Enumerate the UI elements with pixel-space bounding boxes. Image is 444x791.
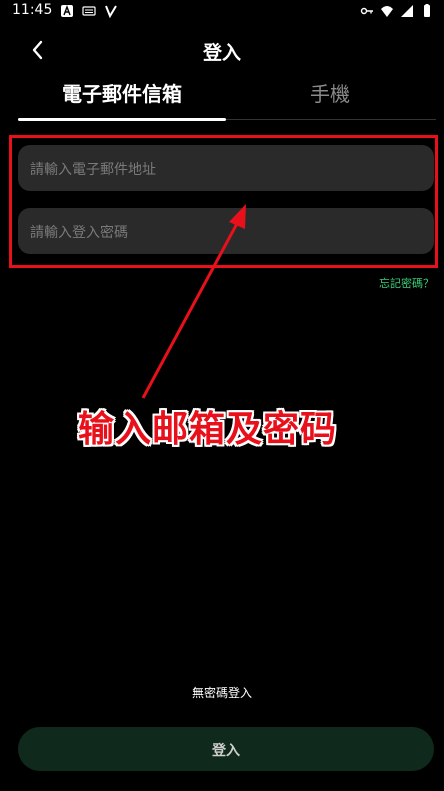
login-button-label: 登入 [212,743,240,759]
status-left-icons [60,4,118,18]
page-title: 登入 [202,42,241,64]
wifi-icon [381,6,393,17]
v-icon [105,5,117,18]
annotation-highlight-box [9,135,438,268]
login-tabs: 電子郵件信箱 手機 [0,72,444,122]
annotation-text: 输入邮箱及密码 [78,409,338,450]
header: 登入 [0,28,444,72]
passwordless-login-link[interactable]: 無密碼登入 [0,684,444,701]
tab-divider [226,119,436,120]
status-right-icons [360,4,434,18]
status-bar: 11:45 [0,0,444,24]
key-icon [360,7,373,15]
status-time: 11:45 [12,2,53,18]
tab-phone[interactable]: 手機 [232,78,428,107]
signal-icon [401,5,413,17]
tab-email[interactable]: 電子郵件信箱 [0,78,244,107]
active-tab-indicator [18,118,226,121]
a-icon [61,5,73,17]
keyboard-icon [82,6,96,16]
battery-icon [424,4,430,17]
login-button[interactable]: 登入 [18,727,434,771]
forgot-password-link[interactable]: 忘記密碼？ [379,275,434,291]
